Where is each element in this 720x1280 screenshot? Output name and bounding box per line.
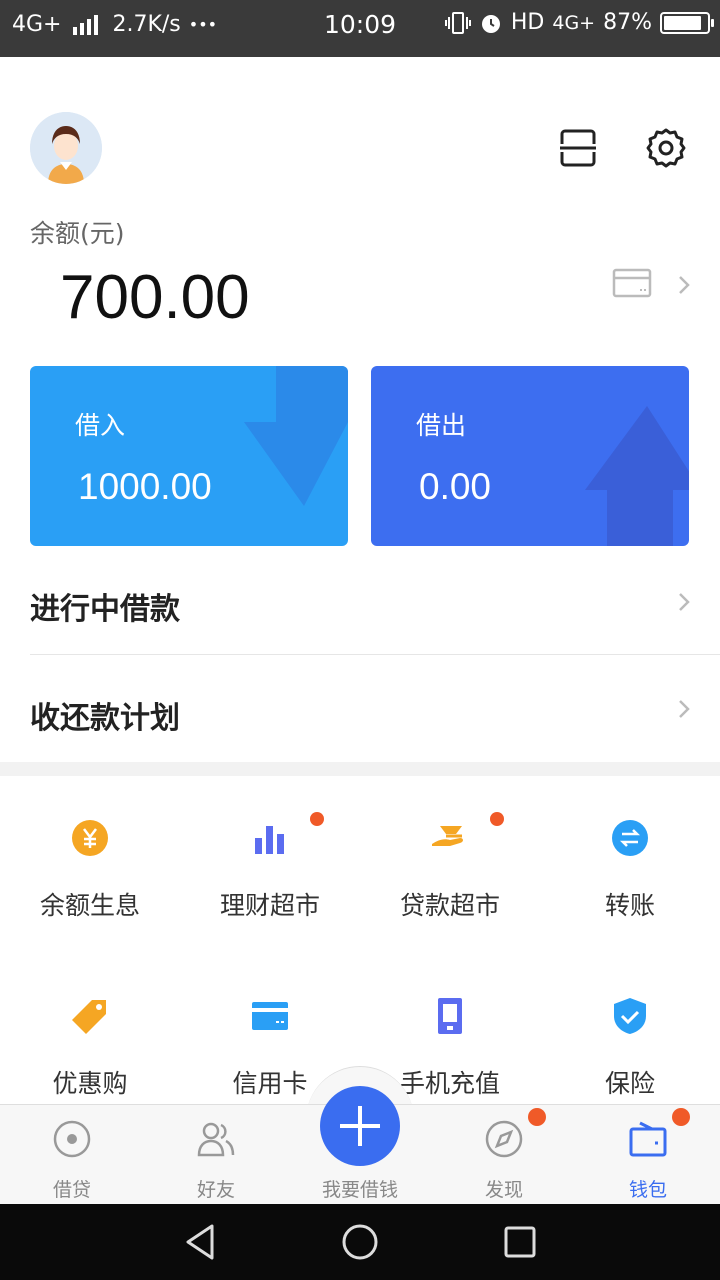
section-divider [0, 762, 720, 776]
hand-money-icon [432, 826, 463, 846]
tab-friends[interactable]: 好友 [144, 1105, 288, 1205]
up-arrow-icon [585, 406, 689, 546]
borrow-out-value: 0.00 [419, 466, 492, 507]
borrow-in-card[interactable]: 借入 1000.00 [30, 366, 348, 546]
tab-wallet[interactable]: 钱包 [576, 1105, 720, 1205]
borrow-out-label: 借出 [416, 411, 467, 440]
grid-label: 贷款超市 [399, 891, 500, 920]
ongoing-loans-title: 进行中借款 [30, 592, 180, 627]
tab-label: 我要借钱 [321, 1179, 398, 1201]
borrow-money-button[interactable] [320, 1086, 400, 1166]
scan-icon[interactable] [554, 124, 602, 172]
user-avatar-icon [30, 112, 102, 184]
loan-icon [53, 1120, 91, 1158]
grid-label: 转账 [604, 891, 655, 920]
grid-item-insurance[interactable]: 保险 [540, 996, 720, 1116]
grid-label: 余额生息 [39, 891, 140, 920]
avatar[interactable] [30, 112, 102, 184]
bank-card-icon[interactable] [612, 268, 652, 298]
friends-icon [197, 1122, 235, 1157]
balance-label: 余额(元) [30, 219, 125, 248]
badge-dot [528, 1108, 546, 1126]
ongoing-loans-row[interactable]: 进行中借款 [0, 546, 720, 654]
chevron-right-icon[interactable] [676, 273, 692, 297]
tab-label: 借贷 [52, 1179, 91, 1201]
tab-label: 钱包 [628, 1179, 667, 1201]
tab-discover[interactable]: 发现 [432, 1105, 576, 1205]
battery-icon [660, 11, 714, 34]
badge-dot [310, 812, 324, 826]
back-icon[interactable] [182, 1222, 218, 1262]
borrow-out-card[interactable]: 借出 0.00 [371, 366, 689, 546]
yuan-coin-icon [72, 820, 108, 856]
repayment-plan-title: 收还款计划 [30, 701, 180, 736]
recents-icon[interactable] [502, 1224, 538, 1260]
borrow-in-label: 借入 [75, 411, 126, 440]
bar-chart-icon [255, 826, 284, 854]
balance-amount: 700.00 [60, 263, 250, 332]
status-bar: 4G+ 2.7K/s ••• 10:09 HD 4G+ 87% [0, 0, 720, 57]
gear-icon[interactable] [642, 124, 690, 172]
system-nav-bar [0, 1204, 720, 1280]
tab-loan[interactable]: 借贷 [0, 1105, 144, 1205]
hd-indicator: HD [510, 10, 545, 35]
network-indicator-2: 4G+ [552, 11, 596, 34]
vibrate-icon [444, 11, 471, 34]
battery-percent: 87% [603, 10, 652, 35]
badge-dot [490, 812, 504, 826]
shield-icon [614, 998, 646, 1034]
grid-item-transfer[interactable]: 转账 [540, 818, 720, 938]
borrow-in-value: 1000.00 [78, 466, 212, 507]
badge-dot [672, 1108, 690, 1126]
wallet-icon [629, 1121, 667, 1157]
tag-icon [72, 1000, 106, 1034]
tab-label: 好友 [196, 1179, 235, 1201]
grid-item-balance-interest[interactable]: 余额生息 [0, 818, 180, 938]
grid-item-wealth-market[interactable]: 理财超市 [180, 818, 360, 938]
chevron-right-icon [679, 700, 690, 718]
home-icon[interactable] [340, 1222, 380, 1262]
compass-icon [485, 1120, 523, 1158]
grid-label: 优惠购 [52, 1069, 128, 1098]
phone-icon [438, 998, 462, 1034]
down-arrow-icon [244, 366, 348, 506]
credit-card-icon [252, 1002, 288, 1030]
alarm-icon [481, 14, 500, 33]
grid-item-loan-market[interactable]: 贷款超市 [360, 818, 540, 938]
grid-label: 理财超市 [219, 891, 320, 920]
chevron-right-icon [679, 593, 690, 611]
status-right: HD 4G+ 87% [444, 10, 714, 35]
tab-label: 发现 [484, 1179, 523, 1201]
grid-label: 保险 [604, 1069, 655, 1098]
repayment-plan-row[interactable]: 收还款计划 [0, 655, 720, 763]
grid-item-discount-buy[interactable]: 优惠购 [0, 996, 180, 1116]
transfer-icon [612, 820, 648, 856]
plus-icon [340, 1106, 380, 1146]
